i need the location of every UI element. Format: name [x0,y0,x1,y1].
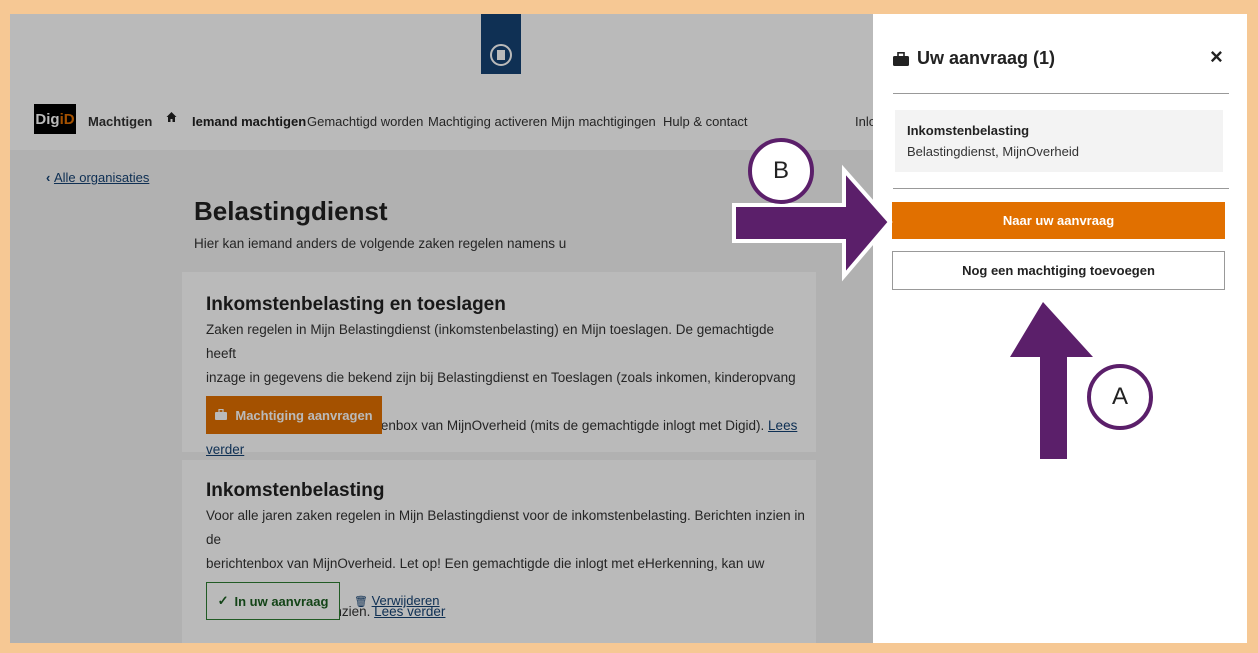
annotation-label-b: B [748,138,814,204]
annotation-label-a: A [1087,364,1153,430]
annotation-layer [732,164,1093,459]
arrow-up-icon [1010,302,1093,459]
screen: Dig iD Machtigen Iemand machtigen Gemacht… [10,14,1247,643]
